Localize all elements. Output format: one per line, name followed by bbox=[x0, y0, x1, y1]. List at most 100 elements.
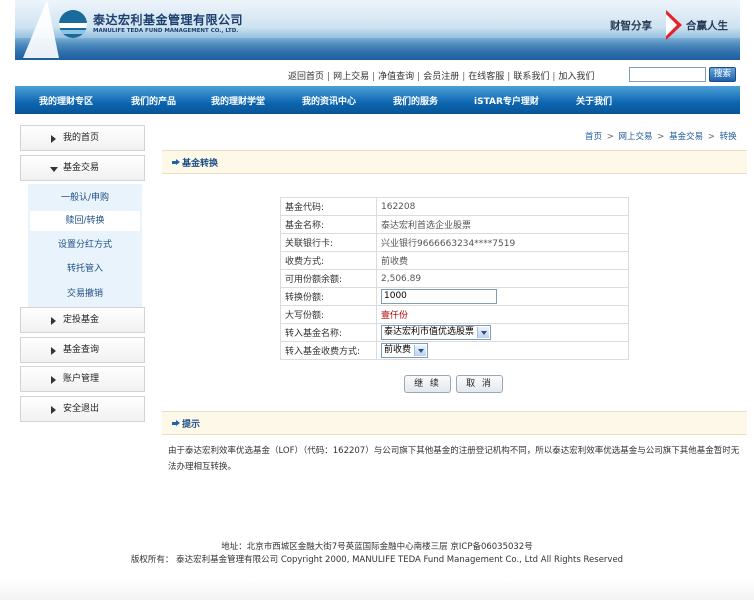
arrow-right-icon bbox=[172, 420, 180, 427]
nav-istar[interactable]: iSTAR专户理财 bbox=[474, 94, 539, 107]
nav-school[interactable]: 我的理财学堂 bbox=[211, 94, 265, 107]
form-row-fund-name: 基金名称: 泰达宏利首选企业股票 bbox=[280, 215, 629, 234]
sidebar-item-fund-query[interactable]: 基金查询 bbox=[20, 337, 145, 363]
top-links: 返回首页 | 网上交易 | 净值查询 | 会员注册 | 在线客服 | 联系我们 | 加入我们 bbox=[288, 72, 595, 82]
nav-my-finance[interactable]: 我的理财专区 bbox=[39, 94, 93, 107]
convert-form: 基金代码: 162208 基金名称: 泰达宏利首选企业股票 关联银行卡: 兴业银… bbox=[280, 197, 629, 360]
form-label: 关联银行卡: bbox=[280, 233, 377, 252]
nav-services[interactable]: 我们的服务 bbox=[393, 94, 438, 107]
form-label: 转入基金收费方式: bbox=[280, 341, 377, 360]
form-label: 基金代码: bbox=[280, 197, 377, 216]
available-shares-value: 2,506.89 bbox=[376, 269, 629, 288]
breadcrumb-convert[interactable]: 转换 bbox=[720, 132, 737, 142]
sidebar-item-home[interactable]: 我的首页 bbox=[20, 125, 145, 151]
nav-products[interactable]: 我们的产品 bbox=[131, 94, 176, 107]
company-name-en: MANULIFE TEDA FUND MANAGEMENT CO., LTD. bbox=[93, 28, 239, 34]
form-row-available: 可用份额余额: 2,506.89 bbox=[280, 269, 629, 288]
sidebar-item-logout[interactable]: 安全退出 bbox=[20, 396, 145, 422]
form-row-fund-code: 基金代码: 162208 bbox=[280, 197, 629, 216]
cancel-button[interactable]: 取 消 bbox=[456, 375, 503, 393]
section-title: 提示 bbox=[182, 420, 201, 430]
toplink-online-service[interactable]: 在线客服 bbox=[468, 72, 504, 82]
continue-button[interactable]: 继 续 bbox=[404, 375, 451, 393]
fee-type-value: 前收费 bbox=[376, 251, 629, 270]
breadcrumb-online-trade[interactable]: 网上交易 bbox=[619, 132, 653, 142]
submenu-subscribe[interactable]: 一般认/申购 bbox=[28, 188, 142, 208]
sidebar-item-label: 账户管理 bbox=[63, 374, 100, 384]
toplink-home[interactable]: 返回首页 bbox=[288, 72, 324, 82]
sidebar-item-label: 我的首页 bbox=[63, 133, 100, 143]
right-triangle-icon bbox=[51, 317, 56, 325]
form-row-uppercase: 大写份额: 壹仟份 bbox=[280, 305, 629, 324]
section-header-convert: 基金转换 bbox=[162, 150, 747, 174]
toplink-join[interactable]: 加入我们 bbox=[558, 72, 594, 82]
slogan-arrow-icon bbox=[666, 10, 682, 40]
form-label: 收费方式: bbox=[280, 251, 377, 270]
toplink-register[interactable]: 会员注册 bbox=[423, 72, 459, 82]
sidebar-item-label: 基金交易 bbox=[63, 163, 100, 173]
fund-name-value: 泰达宏利首选企业股票 bbox=[376, 215, 629, 234]
banner-wave bbox=[15, 38, 740, 60]
footer-band bbox=[0, 580, 754, 600]
sidebar-item-auto-invest[interactable]: 定投基金 bbox=[20, 307, 145, 333]
submenu-dividend[interactable]: 设置分红方式 bbox=[28, 235, 142, 255]
form-row-bank-card: 关联银行卡: 兴业银行9666663234****7519 bbox=[280, 233, 629, 252]
section-header-tips: 提示 bbox=[162, 411, 747, 435]
form-label: 大写份额: bbox=[280, 305, 377, 324]
form-row-convert-shares: 转换份额: 1000 bbox=[280, 287, 629, 306]
slogan-right: 合赢人生 bbox=[686, 20, 728, 32]
tip-text: 由于泰达宏利效率优选基金（LOF）（代码：162207）与公司旗下其他基金的注册… bbox=[168, 446, 740, 472]
convert-shares-input[interactable]: 1000 bbox=[381, 289, 497, 304]
submenu-cancel-trade[interactable]: 交易撤销 bbox=[28, 284, 142, 304]
chevron-down-icon[interactable] bbox=[414, 345, 427, 356]
sidebar-item-label: 定投基金 bbox=[63, 315, 100, 325]
search-button[interactable]: 搜索 bbox=[709, 67, 736, 82]
sidebar-item-label: 安全退出 bbox=[63, 404, 100, 414]
slogan-left: 财智分享 bbox=[610, 20, 652, 32]
form-row-fee-type: 收费方式: 前收费 bbox=[280, 251, 629, 270]
target-fee-select[interactable]: 前收费 bbox=[381, 343, 429, 358]
arrow-right-icon bbox=[172, 159, 180, 166]
sail-graphic bbox=[23, 0, 59, 58]
submenu-redeem-convert[interactable]: 赎回/转换 bbox=[30, 211, 140, 231]
slogan: 财智分享 合赢人生 bbox=[600, 10, 740, 40]
submenu-transfer-in[interactable]: 转托管入 bbox=[28, 259, 142, 279]
sidebar-item-fund-trade[interactable]: 基金交易 bbox=[20, 155, 145, 181]
form-row-target-fee: 转入基金收费方式: 前收费 bbox=[280, 341, 629, 360]
nav-info-center[interactable]: 我的资讯中心 bbox=[302, 94, 356, 107]
company-logo-icon[interactable] bbox=[59, 10, 87, 38]
right-triangle-icon bbox=[51, 376, 56, 384]
bank-card-value: 兴业银行9666663234****7519 bbox=[376, 233, 629, 252]
form-label: 可用份额余额: bbox=[280, 269, 377, 288]
fund-code-value: 162208 bbox=[376, 197, 629, 216]
target-fee-selected: 前收费 bbox=[384, 345, 412, 355]
target-fund-selected: 泰达宏利市值优选股票 bbox=[384, 327, 475, 337]
sidebar-item-account[interactable]: 账户管理 bbox=[20, 366, 145, 392]
footer-copyright: 版权所有： 泰达宏利基金管理有限公司 Copyright 2000, MANUL… bbox=[130, 555, 624, 565]
toplink-online-trade[interactable]: 网上交易 bbox=[333, 72, 369, 82]
section-title: 基金转换 bbox=[182, 159, 219, 169]
target-fund-select[interactable]: 泰达宏利市值优选股票 bbox=[381, 325, 492, 340]
search-input[interactable] bbox=[629, 67, 706, 82]
uppercase-shares-value: 壹仟份 bbox=[376, 305, 629, 324]
chevron-down-icon[interactable] bbox=[477, 327, 490, 338]
form-row-target-fund: 转入基金名称: 泰达宏利市值优选股票 bbox=[280, 323, 629, 342]
breadcrumb: 首页 > 网上交易 > 基金交易 > 转换 bbox=[585, 132, 737, 142]
toplink-nav-query[interactable]: 净值查询 bbox=[378, 72, 414, 82]
breadcrumb-home[interactable]: 首页 bbox=[585, 132, 602, 142]
form-label: 基金名称: bbox=[280, 215, 377, 234]
sidebar-item-label: 基金查询 bbox=[63, 345, 100, 355]
footer-address: 地址：北京市西城区金融大街7号英蓝国际金融中心南楼三层 京ICP备0603503… bbox=[221, 542, 533, 552]
right-triangle-icon bbox=[51, 406, 56, 414]
right-triangle-icon bbox=[51, 347, 56, 355]
form-label: 转换份额: bbox=[280, 287, 377, 306]
down-triangle-icon bbox=[50, 167, 58, 172]
breadcrumb-fund-trade[interactable]: 基金交易 bbox=[669, 132, 703, 142]
main-nav: 我的理财专区 我们的产品 我的理财学堂 我的资讯中心 我们的服务 iSTAR专户… bbox=[15, 86, 740, 114]
form-label: 转入基金名称: bbox=[280, 323, 377, 342]
company-name-cn: 泰达宏利基金管理有限公司 bbox=[93, 13, 244, 27]
right-triangle-icon bbox=[51, 135, 56, 143]
nav-about[interactable]: 关于我们 bbox=[576, 94, 612, 107]
toplink-contact[interactable]: 联系我们 bbox=[513, 72, 549, 82]
header-banner: 泰达宏利基金管理有限公司 MANULIFE TEDA FUND MANAGEME… bbox=[15, 0, 740, 60]
